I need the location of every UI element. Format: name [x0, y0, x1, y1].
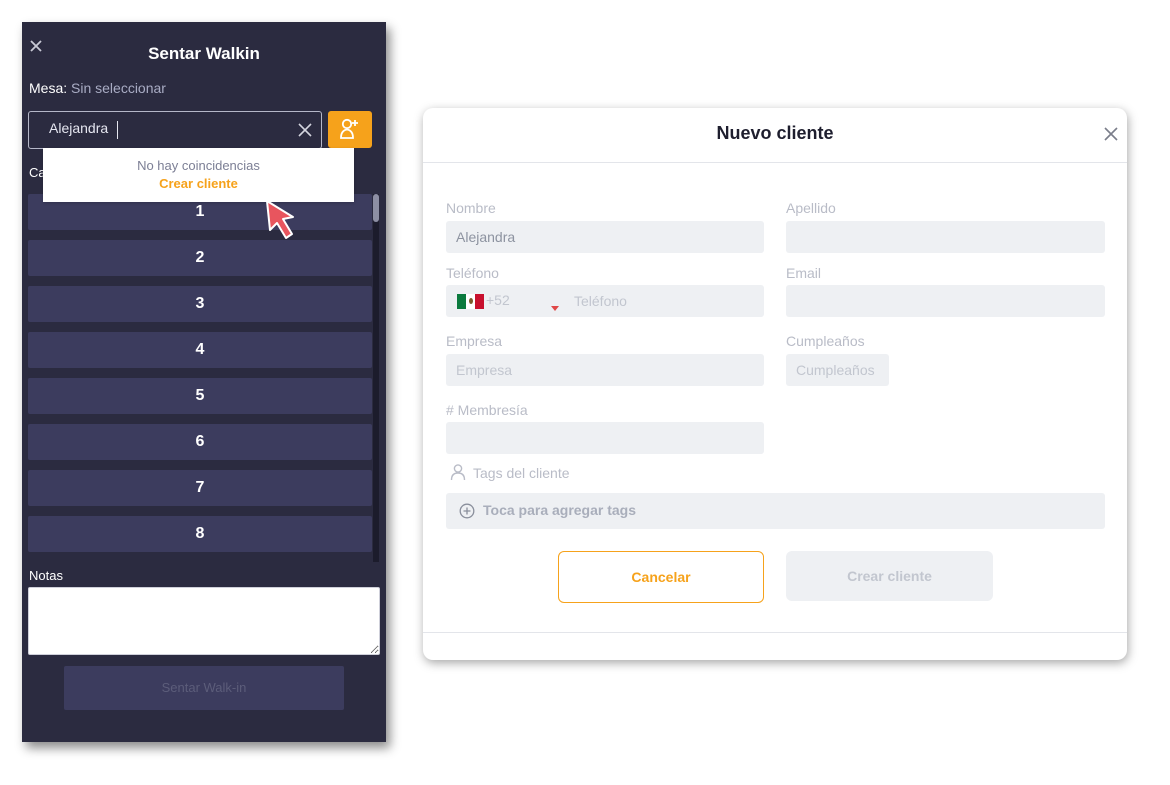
table-list: 1 2 3 4 5 6 7 8	[28, 194, 372, 562]
email-field[interactable]	[786, 285, 1105, 317]
membresia-label: # Membresía	[446, 402, 528, 418]
table-list-scrollbar[interactable]	[373, 194, 379, 562]
add-tags-label: Toca para agregar tags	[483, 502, 637, 518]
panel-title: Sentar Walkin	[148, 44, 260, 63]
table-button-2[interactable]: 2	[28, 240, 372, 276]
cumpleanos-field[interactable]	[786, 354, 889, 386]
apellido-label: Apellido	[786, 200, 836, 216]
add-tags-button[interactable]: Toca para agregar tags	[446, 493, 1105, 529]
mesa-label: Mesa:	[29, 80, 68, 96]
mesa-value: Sin seleccionar	[71, 80, 166, 96]
telefono-field-group: +52	[446, 285, 772, 317]
country-dropdown-caret-icon[interactable]	[551, 306, 559, 311]
add-user-icon	[340, 118, 358, 139]
mesa-selection: Mesa: Sin seleccionar	[29, 80, 166, 96]
table-button-8[interactable]: 8	[28, 516, 372, 552]
email-label: Email	[786, 265, 822, 281]
cursor-arrow-icon	[266, 200, 294, 239]
no-match-message: No hay coincidencias	[137, 158, 260, 173]
table-button-5[interactable]: 5	[28, 378, 372, 414]
modal-title: Nuevo cliente	[716, 123, 834, 143]
user-icon	[450, 464, 466, 481]
cancel-button[interactable]: Cancelar	[558, 551, 764, 603]
new-client-modal: Nuevo cliente Nombre Apellido Teléfono +…	[423, 108, 1127, 660]
tags-section: Tags del cliente	[449, 463, 570, 481]
table-button-4[interactable]: 4	[28, 332, 372, 368]
apellido-field[interactable]	[786, 221, 1105, 253]
table-button-3[interactable]: 3	[28, 286, 372, 322]
close-icon[interactable]	[1103, 126, 1119, 142]
walkin-panel: Sentar Walkin Mesa: Sin seleccionar Ca 1…	[22, 22, 386, 742]
client-search-box	[28, 111, 322, 149]
table-button-6[interactable]: 6	[28, 424, 372, 460]
client-search-input[interactable]	[49, 120, 279, 136]
search-results-dropdown: No hay coincidencias Crear cliente	[43, 148, 354, 202]
notes-label: Notas	[29, 568, 63, 583]
nombre-field[interactable]	[446, 221, 764, 253]
empresa-label: Empresa	[446, 333, 503, 349]
nombre-label: Nombre	[446, 200, 496, 216]
table-button-7[interactable]: 7	[28, 470, 372, 506]
sentar-walkin-button[interactable]: Sentar Walk-in	[64, 666, 344, 710]
scrollbar-thumb[interactable]	[373, 194, 379, 222]
mexico-flag-icon[interactable]	[457, 294, 484, 309]
add-client-button[interactable]	[328, 111, 372, 148]
notes-textarea[interactable]	[28, 587, 380, 655]
tags-label: Tags del cliente	[473, 465, 570, 481]
clear-icon[interactable]	[297, 122, 313, 138]
cumpleanos-label: Cumpleaños	[786, 333, 865, 349]
empresa-field[interactable]	[446, 354, 764, 386]
modal-footer-divider	[423, 632, 1127, 633]
text-caret	[117, 121, 118, 139]
country-code[interactable]: +52	[486, 292, 510, 308]
create-client-link[interactable]: Crear cliente	[43, 176, 354, 191]
plus-circle-icon	[459, 503, 475, 519]
create-client-button[interactable]: Crear cliente	[786, 551, 993, 601]
membresia-field[interactable]	[446, 422, 764, 454]
telefono-field[interactable]	[566, 285, 772, 317]
modal-header: Nuevo cliente	[423, 108, 1127, 163]
telefono-label: Teléfono	[446, 265, 499, 281]
